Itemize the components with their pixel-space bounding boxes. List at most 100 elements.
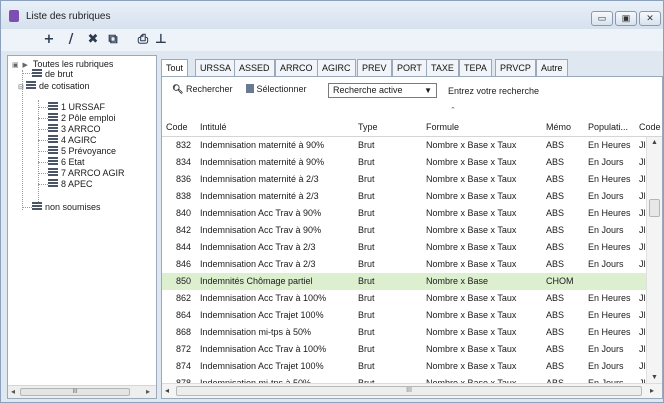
cell-type: Brut <box>358 191 375 201</box>
cell-formule: Nombre x Base x Taux <box>426 259 517 269</box>
scroll-up-icon[interactable]: ▲ <box>651 139 658 146</box>
tab-autre[interactable]: Autre <box>536 59 568 76</box>
cell-pop: En Heures <box>588 208 631 218</box>
tree-item-cotisation[interactable]: ⊟ de cotisation <box>18 80 90 92</box>
scroll-right-icon[interactable]: ▸ <box>650 386 654 395</box>
table-row[interactable]: 838 Indemnisation maternité à 2/3 Brut Nomb… <box>162 188 652 205</box>
table-row[interactable]: 878 Indemnisation mi-tps à 50% Brut Nombre … <box>162 375 652 383</box>
edit-icon[interactable]: / <box>63 32 79 48</box>
tree-item-non-soumises[interactable]: non soumises <box>32 201 101 213</box>
cell-type: Brut <box>358 140 375 150</box>
cell-code: 846 <box>176 259 192 269</box>
cell-memo: ABS <box>546 225 565 235</box>
tab-tepa[interactable]: TEPA <box>459 59 492 76</box>
table-row[interactable]: 850 Indemnités Chômage partiel Brut Nombre … <box>162 273 652 290</box>
cell-intitule: Indemnisation Acc Trav à 100% <box>200 293 327 303</box>
table-row[interactable]: 834 Indemnisation maternité à 90% Brut Nomb… <box>162 154 652 171</box>
minimize-button[interactable]: ▭ <box>591 11 613 26</box>
tab-port[interactable]: PORT <box>392 59 427 76</box>
table-row[interactable]: 832 Indemnisation maternité à 90% Brut Nomb… <box>162 137 652 154</box>
scroll-down-icon[interactable]: ▼ <box>651 374 658 381</box>
tab-prvcp[interactable]: PRVCP <box>495 59 536 76</box>
cell-type: Brut <box>358 327 375 337</box>
tree-item-apec[interactable]: 8 APEC <box>48 178 93 190</box>
table-horizontal-scrollbar[interactable]: ◂ III ▸ <box>162 383 662 398</box>
cell-code: 840 <box>176 208 192 218</box>
cell-formule: Nombre x Base x Taux <box>426 225 517 235</box>
table-row[interactable]: 846 Indemnisation Acc Trav à 2/3 Brut Nombr… <box>162 256 652 273</box>
collapse-icon[interactable]: ⊟ <box>18 82 26 94</box>
cell-memo: ABS <box>546 361 565 371</box>
cell-intitule: Indemnités Chômage partiel <box>200 276 313 286</box>
select-button[interactable]: Sélectionner <box>246 83 307 95</box>
cell-formule: Nombre x Base x Taux <box>426 361 517 371</box>
cell-code: 872 <box>176 344 192 354</box>
cell-intitule: Indemnisation Acc Trav à 90% <box>200 225 322 235</box>
cell-code: 850 <box>176 276 192 286</box>
cell-formule: Nombre x Base x Taux <box>426 174 517 184</box>
cell-type: Brut <box>358 361 375 371</box>
scroll-thumb[interactable] <box>649 199 660 217</box>
tab-assed[interactable]: ASSED <box>234 59 275 76</box>
table-row[interactable]: 842 Indemnisation Acc Trav à 90% Brut Nombr… <box>162 222 652 239</box>
table-row[interactable]: 844 Indemnisation Acc Trav à 2/3 Brut Nombr… <box>162 239 652 256</box>
cell-pop: En Jours <box>588 191 624 201</box>
scroll-right-icon[interactable]: ▸ <box>146 387 150 396</box>
column-header-population[interactable]: Populati... <box>588 122 628 132</box>
cell-code: 862 <box>176 293 192 303</box>
scroll-thumb[interactable]: III <box>176 386 642 396</box>
column-header-code[interactable]: Code <box>166 122 188 132</box>
cell-pop: En Heures <box>588 242 631 252</box>
tab-agirc[interactable]: AGIRC <box>317 59 356 76</box>
search-mode-select[interactable]: Recherche active ▼ <box>328 83 437 98</box>
column-header-memo[interactable]: Mémo <box>546 122 571 132</box>
tab-urssa[interactable]: URSSA <box>195 59 237 76</box>
cell-pop: En Jours <box>588 157 624 167</box>
list-icon <box>48 146 58 155</box>
scroll-left-icon[interactable]: ◂ <box>165 386 169 395</box>
delete-icon[interactable]: ✖ <box>85 32 101 48</box>
print-icon[interactable]: ⎙ <box>135 32 151 48</box>
export-icon[interactable]: ⊥ <box>153 32 169 48</box>
table-row[interactable]: 840 Indemnisation Acc Trav à 90% Brut Nombr… <box>162 205 652 222</box>
table-row[interactable]: 868 Indemnisation mi-tps à 50% Brut Nombre … <box>162 324 652 341</box>
cell-intitule: Indemnisation maternité à 2/3 <box>200 191 319 201</box>
column-header-formule[interactable]: Formule <box>426 122 459 132</box>
table-row[interactable]: 874 Indemnisation Acc Trajet 100% Brut Nomb… <box>162 358 652 375</box>
column-header-type[interactable]: Type <box>358 122 378 132</box>
cell-formule: Nombre x Base x Taux <box>426 344 517 354</box>
collapse-arrow-icon[interactable]: ▣ <box>12 60 20 72</box>
cell-memo: ABS <box>546 208 565 218</box>
cell-type: Brut <box>358 157 375 167</box>
table-vertical-scrollbar[interactable]: ▲ ▼ <box>646 137 662 383</box>
tree-horizontal-scrollbar[interactable]: ◂ III ▸ <box>8 385 156 398</box>
scroll-thumb[interactable]: III <box>20 388 130 396</box>
close-button[interactable]: ✕ <box>639 11 661 26</box>
tree-item-brut[interactable]: de brut <box>32 68 73 80</box>
duplicate-icon[interactable]: ⧉ <box>105 32 121 48</box>
cell-formule: Nombre x Base x Taux <box>426 242 517 252</box>
maximize-button[interactable]: ▣ <box>615 11 637 26</box>
table-row[interactable]: 872 Indemnisation Acc Trav à 100% Brut Nomb… <box>162 341 652 358</box>
cell-code: 844 <box>176 242 192 252</box>
tab-arrco[interactable]: ARRCO <box>275 59 318 76</box>
table-row[interactable]: 864 Indemnisation Acc Trajet 100% Brut Nomb… <box>162 307 652 324</box>
search-input[interactable]: Entrez votre recherche <box>448 85 618 97</box>
table-row[interactable]: 836 Indemnisation maternité à 2/3 Brut Nomb… <box>162 171 652 188</box>
table-row[interactable]: 862 Indemnisation Acc Trav à 100% Brut Nomb… <box>162 290 652 307</box>
tab-taxe[interactable]: TAXE <box>426 59 459 76</box>
add-icon[interactable]: + <box>41 32 57 48</box>
column-header-code2[interactable]: Code <box>639 122 661 132</box>
tab-prev[interactable]: PREV <box>357 59 392 76</box>
list-icon <box>26 81 36 90</box>
cell-formule: Nombre x Base x Taux <box>426 208 517 218</box>
cell-intitule: Indemnisation Acc Trajet 100% <box>200 361 324 371</box>
search-bar: 🔍︎ Rechercher Sélectionner Recherche act… <box>162 77 662 101</box>
scroll-left-icon[interactable]: ◂ <box>11 387 15 396</box>
search-button[interactable]: 🔍︎ Rechercher <box>172 83 232 95</box>
cell-pop: En Heures <box>588 293 631 303</box>
tab-tout[interactable]: Tout <box>161 59 189 77</box>
column-header-intitule[interactable]: Intitulé <box>200 122 227 132</box>
cell-type: Brut <box>358 276 375 286</box>
list-icon <box>48 124 58 133</box>
